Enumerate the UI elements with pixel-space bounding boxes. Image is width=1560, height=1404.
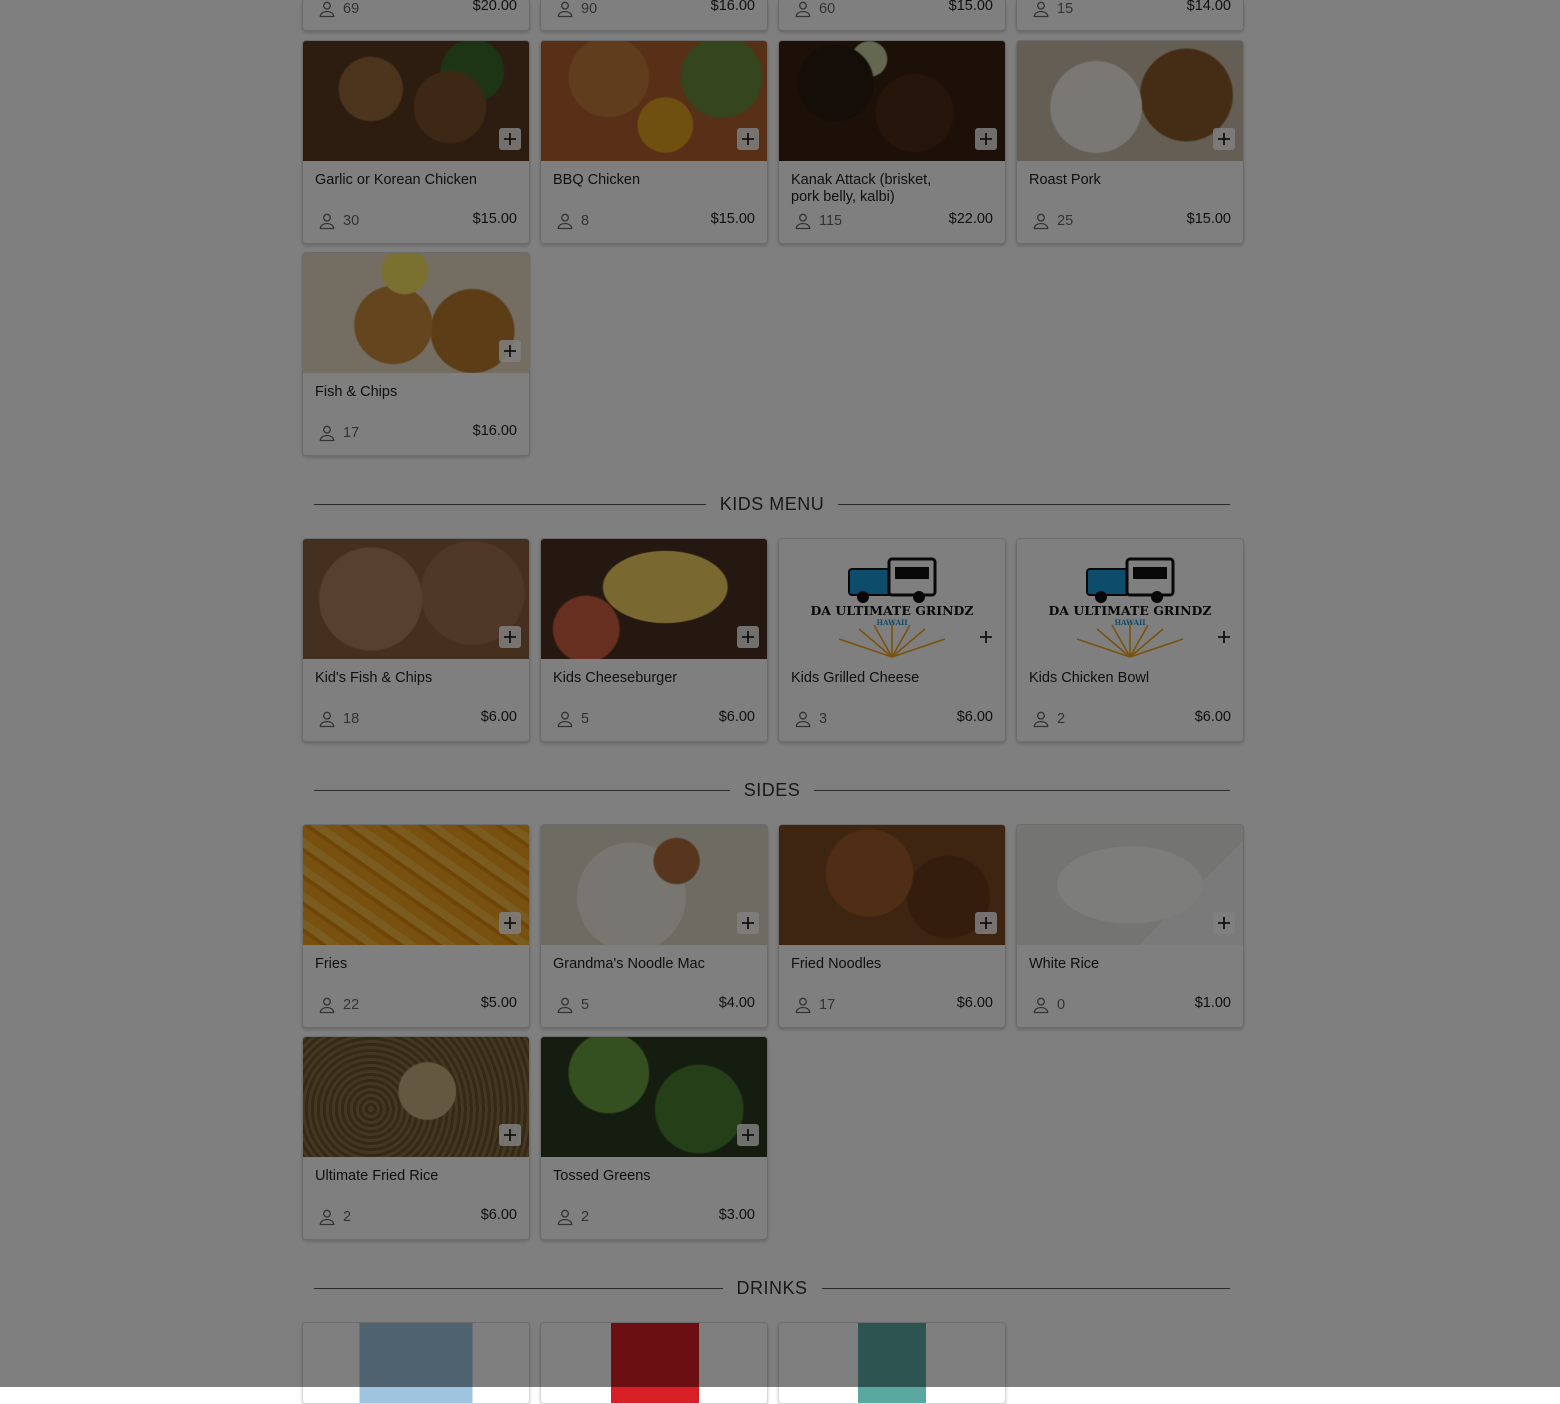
modal-backdrop[interactable] [0,0,1560,1387]
